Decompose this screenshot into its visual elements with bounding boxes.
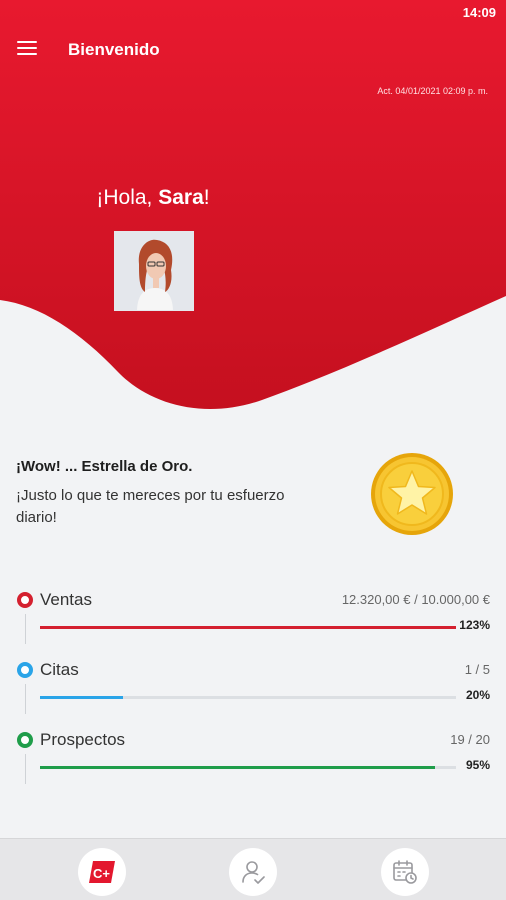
user-check-icon[interactable] bbox=[229, 848, 277, 896]
greeting-prefix: ¡Hola, bbox=[96, 186, 159, 209]
menu-icon[interactable] bbox=[17, 41, 37, 57]
status-bar: 14:09 bbox=[0, 0, 506, 24]
app-bar: Bienvenido bbox=[0, 28, 506, 72]
metric-name: Ventas bbox=[40, 590, 92, 609]
bottom-navigation: C+ bbox=[0, 838, 506, 900]
greeting: ¡Hola, Sara! bbox=[0, 186, 306, 210]
metric-ventas: Ventas 12.320,00 € / 10.000,00 € 123% bbox=[0, 590, 506, 660]
progress-fill bbox=[40, 766, 436, 769]
award-title: ¡Wow! ... Estrella de Oro. bbox=[16, 458, 193, 475]
progress-track bbox=[40, 766, 456, 769]
award-card: ¡Wow! ... Estrella de Oro. ¡Justo lo que… bbox=[16, 458, 316, 529]
metric-percent: 20% bbox=[465, 688, 490, 702]
progress-fill bbox=[40, 626, 456, 629]
last-update-timestamp: Act. 04/01/2021 02:09 p. m. bbox=[377, 86, 488, 96]
progress-track bbox=[40, 696, 456, 699]
metric-citas: Citas 1 / 5 20% bbox=[0, 660, 506, 730]
svg-text:C+: C+ bbox=[93, 866, 110, 881]
divider bbox=[25, 614, 26, 644]
metric-value: 19 / 20 bbox=[450, 732, 490, 747]
metric-prospectos: Prospectos 19 / 20 95% bbox=[0, 730, 506, 800]
status-time: 14:09 bbox=[462, 5, 496, 20]
metric-name: Prospectos bbox=[40, 730, 126, 749]
calendar-clock-icon[interactable] bbox=[381, 848, 429, 896]
avatar[interactable] bbox=[114, 231, 194, 311]
divider bbox=[25, 684, 26, 714]
metric-percent: 95% bbox=[465, 758, 490, 772]
award-message: ¡Justo lo que te mereces por tu esfuerzo… bbox=[16, 487, 285, 526]
divider bbox=[25, 754, 26, 784]
metric-value: 1 / 5 bbox=[464, 662, 490, 677]
status-dot bbox=[17, 592, 33, 608]
c-plus-logo-icon[interactable]: C+ bbox=[78, 848, 126, 896]
metric-percent: 123% bbox=[459, 618, 490, 632]
status-dot bbox=[17, 732, 33, 748]
user-name: Sara bbox=[158, 186, 204, 209]
progress-track bbox=[40, 626, 456, 629]
status-dot bbox=[17, 662, 33, 678]
gold-star-medal-icon bbox=[370, 452, 454, 536]
greeting-suffix: ! bbox=[203, 186, 210, 209]
progress-fill bbox=[40, 696, 124, 699]
metric-name: Citas bbox=[40, 660, 79, 679]
metric-value: 12.320,00 € / 10.000,00 € bbox=[341, 592, 490, 607]
page-title: Bienvenido bbox=[68, 40, 160, 59]
